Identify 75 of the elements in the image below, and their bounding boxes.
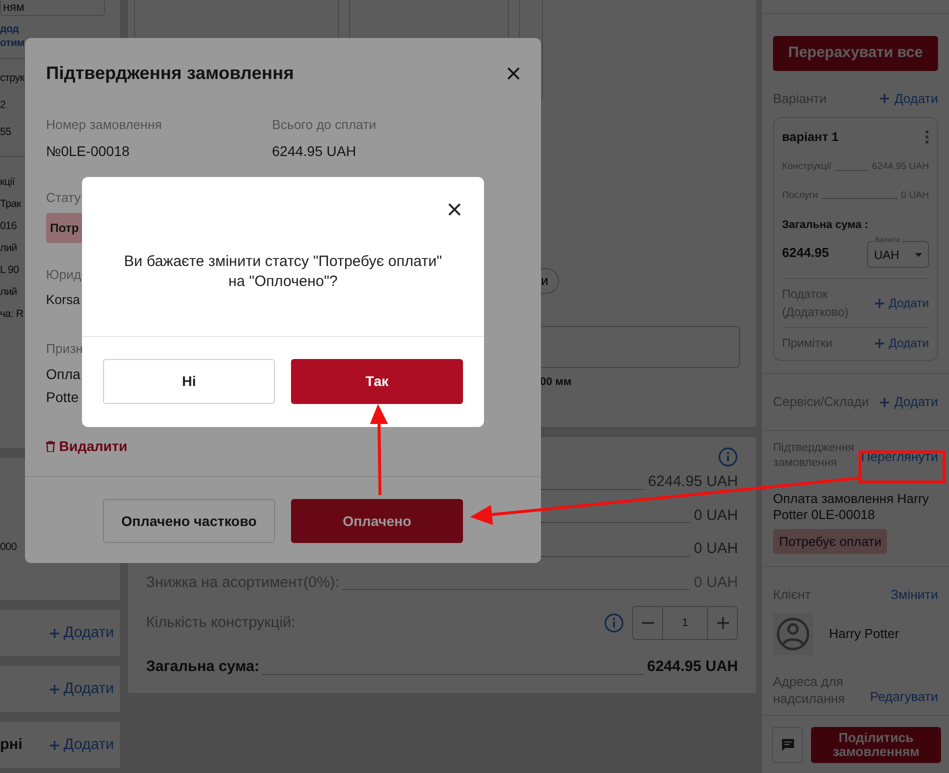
recalculate-button[interactable]: Перерахувати все <box>773 36 938 71</box>
caret-icon <box>915 252 922 257</box>
field-value: №0LE-00018 <box>46 142 130 158</box>
delete-link[interactable]: Видалити <box>46 436 128 456</box>
chat-button[interactable] <box>772 726 804 762</box>
total-label: Загальна сума : <box>782 218 870 233</box>
kebab-icon[interactable] <box>925 130 929 144</box>
order-text: Оплата замовлення Harry Potter 0LE-00018 <box>773 490 930 523</box>
add-link[interactable]: Додати <box>874 334 929 352</box>
text-fragment: 55 <box>0 126 12 138</box>
plus-icon <box>874 338 885 349</box>
info-icon <box>718 447 738 467</box>
field-label: Стату <box>46 188 81 207</box>
text-fragment: ча: R <box>0 308 24 320</box>
row-value: 0 UAH <box>694 539 738 559</box>
plus-icon <box>879 93 890 104</box>
variant-title: варіант 1 <box>782 128 839 146</box>
plus-icon <box>48 628 60 638</box>
edit-link[interactable]: Редагувати <box>870 687 938 707</box>
plus-icon <box>48 740 60 750</box>
text-fragment: 2 <box>0 99 6 111</box>
field-label: Номер замовлення <box>46 116 162 134</box>
link-text[interactable]: дод <box>0 23 19 35</box>
text-fragment: 016 <box>0 220 17 232</box>
add-link[interactable]: Додати <box>48 734 114 756</box>
status-badge: Потребує оплати <box>773 528 888 554</box>
field-label: Призн <box>46 340 83 358</box>
field-value: 6244.95 UAH <box>272 142 356 158</box>
text-fragment: лий <box>0 286 17 298</box>
dialog-message: Ви бажаєте змінити статсу "Потребує оплати" на "Оплочено"? <box>124 252 442 292</box>
dialog-button[interactable]: Ні <box>103 359 275 404</box>
dialog-button[interactable]: Так <box>291 359 463 404</box>
input-field: ням <box>0 0 105 16</box>
info-icon <box>604 613 624 633</box>
change-link[interactable]: Змінити <box>890 585 938 605</box>
row-value: 0 UAH <box>694 506 738 526</box>
add-link[interactable]: Додати <box>874 294 929 312</box>
field-value: Korsa <box>46 290 80 308</box>
close-button[interactable] <box>507 67 520 80</box>
dialog-button[interactable]: Оплачено <box>291 499 463 543</box>
field-value: Potte <box>46 388 79 406</box>
row-value: 6244.95 UAH <box>647 657 738 677</box>
field-label: Всього до сплати <box>272 116 376 134</box>
field-value: Опла <box>46 364 80 384</box>
add-link[interactable]: Додати <box>879 89 938 108</box>
plus-icon <box>879 396 890 408</box>
add-link[interactable]: Додати <box>879 392 938 412</box>
dialog-button[interactable]: Оплачено частково <box>103 499 275 543</box>
chat-icon <box>780 738 795 752</box>
plus-icon <box>874 298 885 309</box>
text-fragment: струк <box>0 72 24 84</box>
plus-icon <box>48 684 60 694</box>
view-link[interactable]: Переглянути <box>860 447 938 467</box>
field-label: Юрид <box>46 266 82 284</box>
row-value: 6244.95 UAH <box>648 472 738 492</box>
trash-icon <box>46 440 55 452</box>
dimension-text: 00 мм <box>540 374 573 390</box>
share-button[interactable]: Поділитись замовленням <box>811 726 941 762</box>
dialog-title: Підтвердження замовлення <box>46 62 294 85</box>
close-button[interactable] <box>448 203 461 216</box>
status-badge: Потр <box>46 213 83 243</box>
text-fragment: Трак <box>0 198 21 210</box>
close-icon <box>448 203 461 216</box>
text-fragment: лий <box>0 242 17 254</box>
row-label: Загальна сума: <box>146 657 260 677</box>
total-value: 6244.95 <box>782 244 829 262</box>
row-label: рні <box>0 734 22 755</box>
avatar-icon <box>773 612 813 655</box>
link-text[interactable]: отим <box>0 37 24 49</box>
text-fragment: L 90 <box>0 264 19 276</box>
text-fragment: 000 <box>0 541 17 553</box>
close-icon <box>507 67 520 80</box>
text-fragment: кції <box>0 176 15 188</box>
client-name: Harry Potter <box>829 625 900 643</box>
select-value: UAH <box>874 246 900 264</box>
